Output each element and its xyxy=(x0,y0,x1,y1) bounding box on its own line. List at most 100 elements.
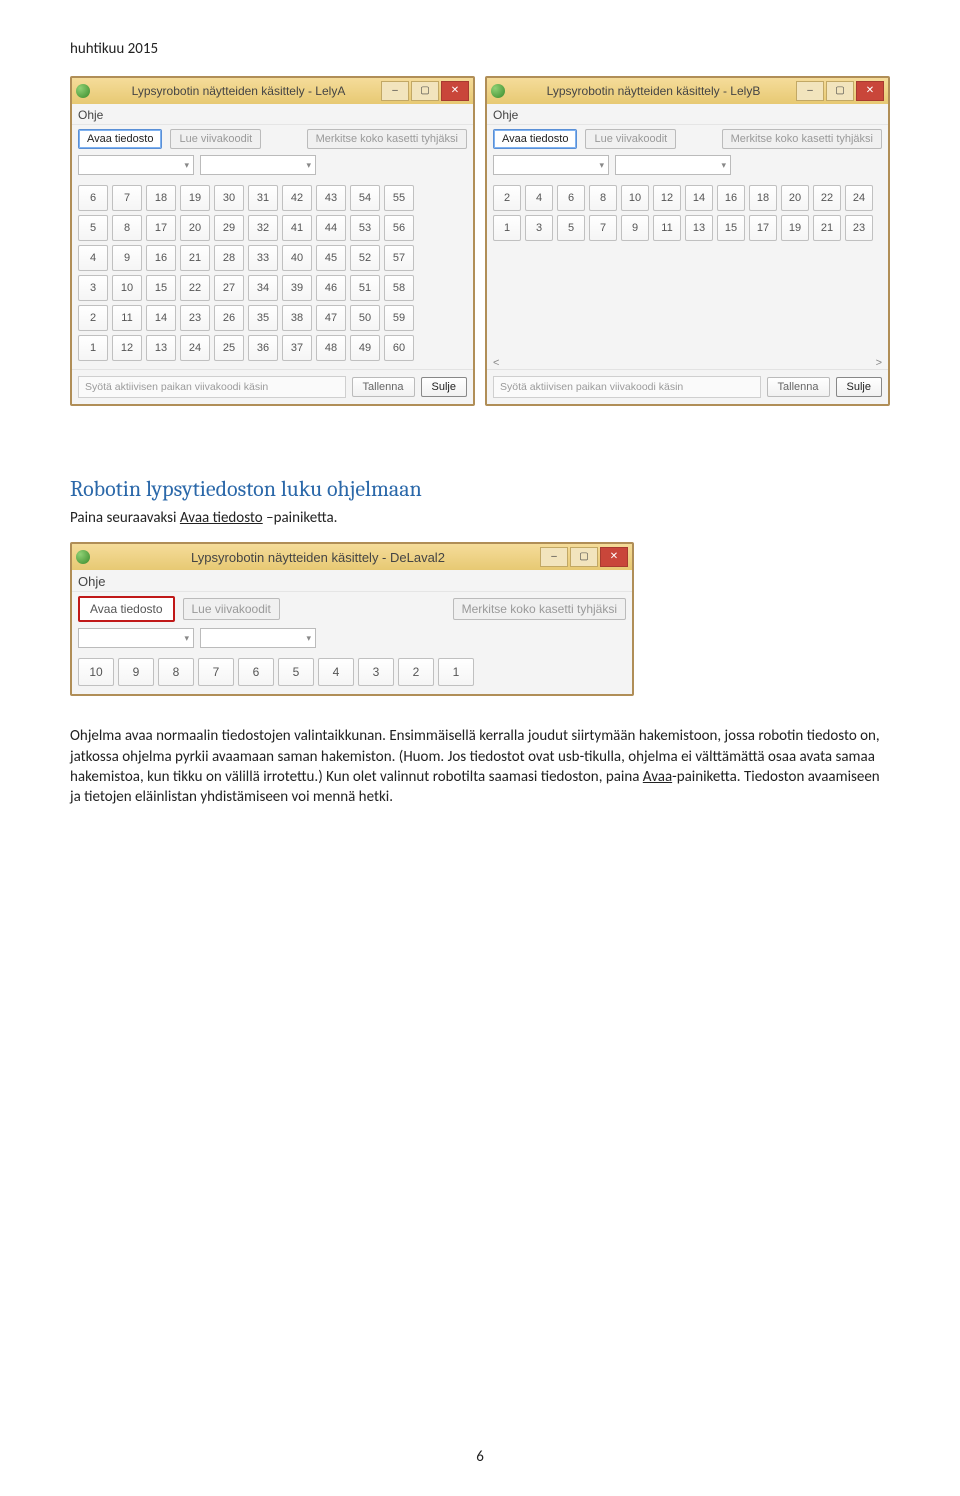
grid-cell[interactable]: 48 xyxy=(316,335,346,361)
grid-cell[interactable]: 3 xyxy=(358,658,394,686)
grid-cell[interactable]: 35 xyxy=(248,305,278,331)
grid-cell[interactable]: 29 xyxy=(214,215,244,241)
maximize-button[interactable]: ▢ xyxy=(411,81,439,101)
grid-cell[interactable]: 22 xyxy=(180,275,210,301)
grid-cell[interactable]: 10 xyxy=(621,185,649,211)
grid-cell[interactable]: 21 xyxy=(813,215,841,241)
grid-cell[interactable]: 17 xyxy=(146,215,176,241)
grid-cell[interactable]: 33 xyxy=(248,245,278,271)
menu-ohje[interactable]: Ohje xyxy=(72,104,473,125)
grid-cell[interactable]: 49 xyxy=(350,335,380,361)
tallenna-button[interactable]: Tallenna xyxy=(767,377,830,397)
grid-cell[interactable]: 57 xyxy=(384,245,414,271)
grid-cell[interactable]: 59 xyxy=(384,305,414,331)
dropdown-2[interactable]: ▾ xyxy=(200,155,316,175)
grid-cell[interactable]: 6 xyxy=(78,185,108,211)
grid-cell[interactable]: 54 xyxy=(350,185,380,211)
grid-cell[interactable]: 56 xyxy=(384,215,414,241)
dropdown-2[interactable]: ▾ xyxy=(615,155,731,175)
grid-cell[interactable]: 23 xyxy=(180,305,210,331)
grid-cell[interactable]: 34 xyxy=(248,275,278,301)
grid-cell[interactable]: 8 xyxy=(112,215,142,241)
close-button[interactable]: ✕ xyxy=(856,81,884,101)
menu-ohje[interactable]: Ohje xyxy=(487,104,888,125)
close-button[interactable]: ✕ xyxy=(441,81,469,101)
merkitse-tyhjaksi-button[interactable]: Merkitse koko kasetti tyhjäksi xyxy=(453,598,626,620)
grid-cell[interactable]: 45 xyxy=(316,245,346,271)
grid-cell[interactable]: 13 xyxy=(146,335,176,361)
grid-cell[interactable]: 8 xyxy=(158,658,194,686)
grid-cell[interactable]: 50 xyxy=(350,305,380,331)
grid-cell[interactable]: 5 xyxy=(557,215,585,241)
grid-cell[interactable]: 32 xyxy=(248,215,278,241)
grid-cell[interactable]: 10 xyxy=(112,275,142,301)
grid-cell[interactable]: 7 xyxy=(589,215,617,241)
scroll-right-icon[interactable]: > xyxy=(876,357,882,369)
tallenna-button[interactable]: Tallenna xyxy=(352,377,415,397)
minimize-button[interactable]: – xyxy=(540,547,568,567)
grid-cell[interactable]: 9 xyxy=(112,245,142,271)
grid-cell[interactable]: 6 xyxy=(557,185,585,211)
grid-cell[interactable]: 2 xyxy=(398,658,434,686)
grid-cell[interactable]: 16 xyxy=(717,185,745,211)
grid-cell[interactable]: 44 xyxy=(316,215,346,241)
grid-cell[interactable]: 12 xyxy=(653,185,681,211)
merkitse-tyhjaksi-button[interactable]: Merkitse koko kasetti tyhjäksi xyxy=(722,129,882,149)
dropdown-1[interactable]: ▾ xyxy=(78,155,194,175)
barcode-input[interactable]: Syötä aktiivisen paikan viivakoodi käsin xyxy=(493,376,761,398)
grid-cell[interactable]: 15 xyxy=(717,215,745,241)
avaa-tiedosto-button[interactable]: Avaa tiedosto xyxy=(493,129,577,149)
grid-cell[interactable]: 20 xyxy=(180,215,210,241)
grid-cell[interactable]: 7 xyxy=(198,658,234,686)
grid-cell[interactable]: 40 xyxy=(282,245,312,271)
lue-viivakoodit-button[interactable]: Lue viivakoodit xyxy=(170,129,261,149)
grid-cell[interactable]: 6 xyxy=(238,658,274,686)
grid-cell[interactable]: 3 xyxy=(78,275,108,301)
grid-cell[interactable]: 17 xyxy=(749,215,777,241)
grid-cell[interactable]: 14 xyxy=(146,305,176,331)
grid-cell[interactable]: 16 xyxy=(146,245,176,271)
grid-cell[interactable]: 52 xyxy=(350,245,380,271)
dropdown-1[interactable]: ▾ xyxy=(493,155,609,175)
grid-cell[interactable]: 20 xyxy=(781,185,809,211)
grid-cell[interactable]: 11 xyxy=(112,305,142,331)
grid-cell[interactable]: 2 xyxy=(78,305,108,331)
grid-cell[interactable]: 13 xyxy=(685,215,713,241)
grid-cell[interactable]: 36 xyxy=(248,335,278,361)
grid-cell[interactable]: 19 xyxy=(180,185,210,211)
grid-cell[interactable]: 39 xyxy=(282,275,312,301)
scroll-left-icon[interactable]: < xyxy=(493,357,499,369)
grid-cell[interactable]: 28 xyxy=(214,245,244,271)
grid-cell[interactable]: 5 xyxy=(278,658,314,686)
grid-cell[interactable]: 9 xyxy=(621,215,649,241)
grid-cell[interactable]: 2 xyxy=(493,185,521,211)
grid-cell[interactable]: 11 xyxy=(653,215,681,241)
lue-viivakoodit-button[interactable]: Lue viivakoodit xyxy=(585,129,676,149)
grid-cell[interactable]: 58 xyxy=(384,275,414,301)
menu-ohje[interactable]: Ohje xyxy=(72,570,632,592)
grid-cell[interactable]: 47 xyxy=(316,305,346,331)
avaa-tiedosto-button-highlighted[interactable]: Avaa tiedosto xyxy=(78,596,175,622)
merkitse-tyhjaksi-button[interactable]: Merkitse koko kasetti tyhjäksi xyxy=(307,129,467,149)
grid-cell[interactable]: 24 xyxy=(180,335,210,361)
close-button[interactable]: ✕ xyxy=(600,547,628,567)
dropdown-2[interactable]: ▾ xyxy=(200,628,316,648)
grid-cell[interactable]: 4 xyxy=(318,658,354,686)
grid-cell[interactable]: 10 xyxy=(78,658,114,686)
grid-cell[interactable]: 53 xyxy=(350,215,380,241)
grid-cell[interactable]: 31 xyxy=(248,185,278,211)
grid-cell[interactable]: 15 xyxy=(146,275,176,301)
grid-cell[interactable]: 12 xyxy=(112,335,142,361)
lue-viivakoodit-button[interactable]: Lue viivakoodit xyxy=(183,598,280,620)
sulje-button[interactable]: Sulje xyxy=(836,377,882,397)
grid-cell[interactable]: 4 xyxy=(525,185,553,211)
maximize-button[interactable]: ▢ xyxy=(826,81,854,101)
grid-cell[interactable]: 60 xyxy=(384,335,414,361)
grid-cell[interactable]: 9 xyxy=(118,658,154,686)
barcode-input[interactable]: Syötä aktiivisen paikan viivakoodi käsin xyxy=(78,376,346,398)
grid-cell[interactable]: 19 xyxy=(781,215,809,241)
grid-cell[interactable]: 55 xyxy=(384,185,414,211)
grid-cell[interactable]: 24 xyxy=(845,185,873,211)
minimize-button[interactable]: – xyxy=(796,81,824,101)
grid-cell[interactable]: 43 xyxy=(316,185,346,211)
